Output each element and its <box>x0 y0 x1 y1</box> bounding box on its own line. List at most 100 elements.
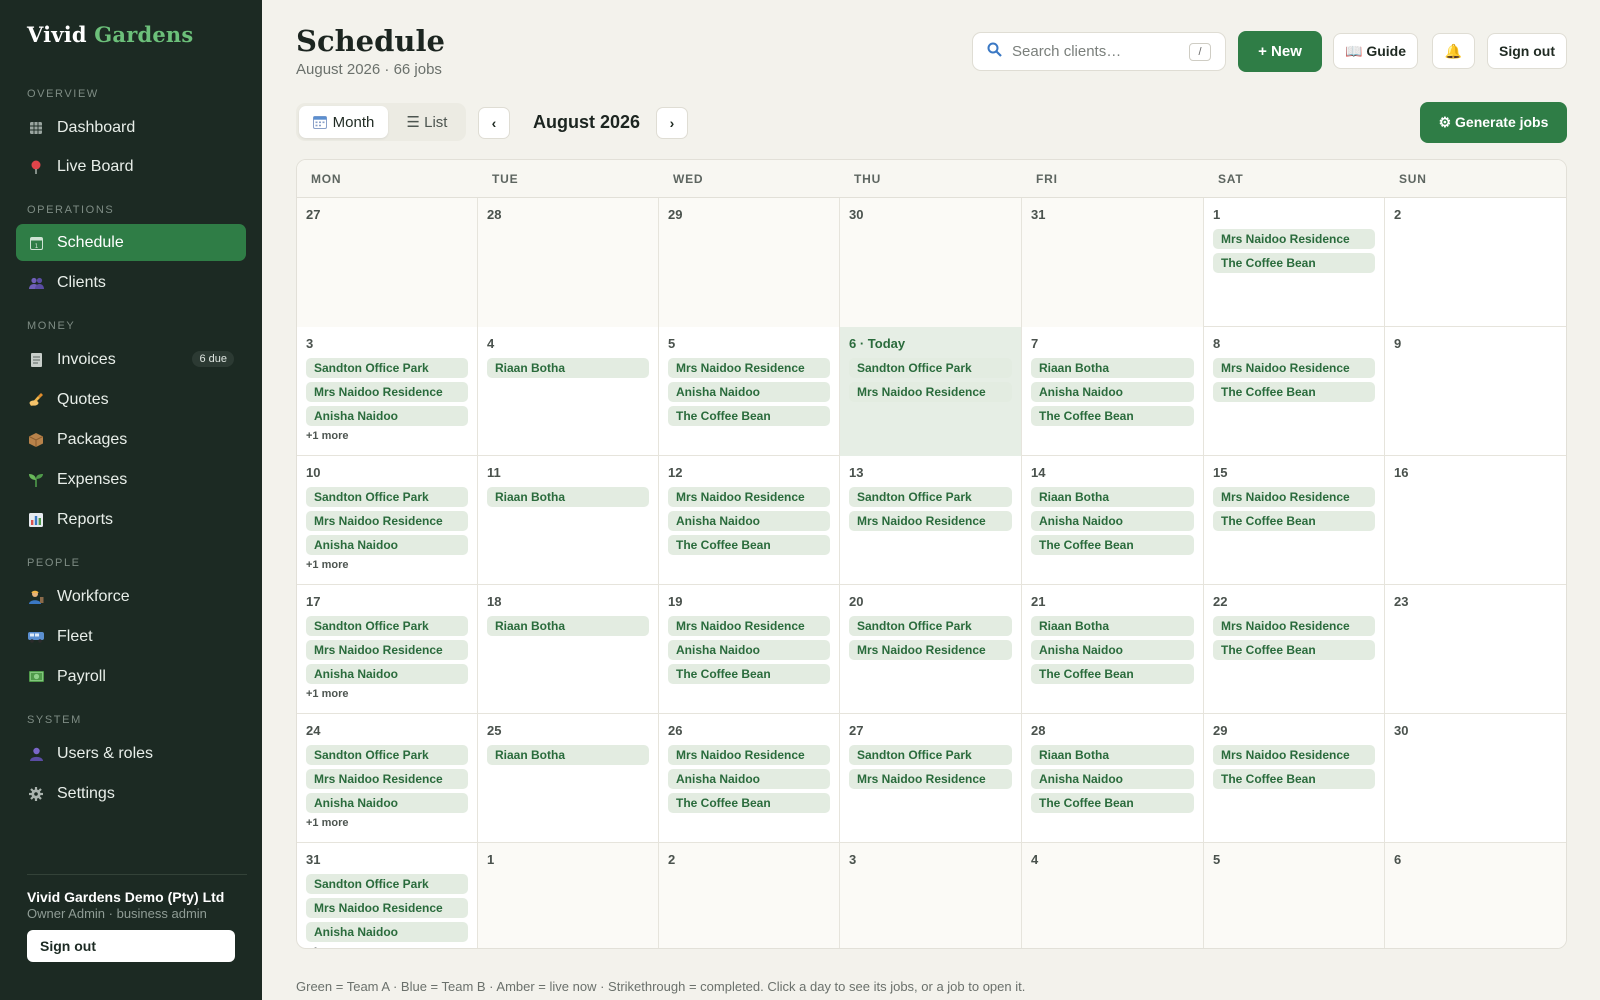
more-jobs-link[interactable]: +1 more <box>306 559 468 571</box>
calendar-day[interactable]: 2 <box>1385 198 1566 327</box>
calendar-day[interactable]: 24 Sandton Office Park Mrs Naidoo Residenc… <box>297 714 478 843</box>
calendar-day[interactable]: 1 Mrs Naidoo Residence The Coffee Bean <box>1204 198 1385 327</box>
more-jobs-link[interactable]: +1 more <box>306 946 468 948</box>
sidebar-item-schedule[interactable]: 1 Schedule <box>16 224 246 261</box>
job-chip[interactable]: Anisha Naidoo <box>668 382 830 402</box>
job-chip[interactable]: Anisha Naidoo <box>306 922 468 942</box>
job-chip[interactable]: The Coffee Bean <box>1031 535 1194 555</box>
job-chip[interactable]: Mrs Naidoo Residence <box>849 769 1012 789</box>
calendar-day[interactable]: 6 <box>1385 843 1566 948</box>
sidebar-item-clients[interactable]: Clients <box>16 264 246 301</box>
job-chip[interactable]: Anisha Naidoo <box>668 511 830 531</box>
calendar-day-today[interactable]: 6 · Today Sandton Office Park Mrs Naidoo R… <box>840 327 1022 456</box>
job-chip[interactable]: Mrs Naidoo Residence <box>668 616 830 636</box>
calendar-day[interactable]: 5 <box>1204 843 1385 948</box>
brand-logo[interactable]: Vivid Gardens <box>27 22 193 47</box>
job-chip[interactable]: The Coffee Bean <box>1031 793 1194 813</box>
calendar-day[interactable]: 19 Mrs Naidoo Residence Anisha Naidoo The C… <box>659 585 840 714</box>
job-chip[interactable]: Sandton Office Park <box>306 358 468 378</box>
job-chip[interactable]: Sandton Office Park <box>306 745 468 765</box>
job-chip[interactable]: Riaan Botha <box>1031 616 1194 636</box>
job-chip[interactable]: Sandton Office Park <box>306 616 468 636</box>
job-chip[interactable]: Mrs Naidoo Residence <box>306 898 468 918</box>
sidebar-item-live-board[interactable]: Live Board <box>16 148 246 185</box>
job-chip[interactable]: The Coffee Bean <box>1213 769 1375 789</box>
calendar-day[interactable]: 13 Sandton Office Park Mrs Naidoo Residenc… <box>840 456 1022 585</box>
sidebar-item-settings[interactable]: Settings <box>16 775 246 812</box>
search-input[interactable] <box>1012 43 1182 60</box>
calendar-day[interactable]: 4 <box>1022 843 1204 948</box>
job-chip[interactable]: Mrs Naidoo Residence <box>1213 487 1375 507</box>
job-chip[interactable]: Sandton Office Park <box>849 745 1012 765</box>
job-chip[interactable]: Anisha Naidoo <box>1031 382 1194 402</box>
search-box[interactable]: / <box>972 32 1226 71</box>
calendar-day[interactable]: 10 Sandton Office Park Mrs Naidoo Residenc… <box>297 456 478 585</box>
sidebar-item-dashboard[interactable]: Dashboard <box>16 109 246 146</box>
sidebar-item-users-roles[interactable]: Users & roles <box>16 735 246 772</box>
job-chip[interactable]: Riaan Botha <box>487 745 649 765</box>
calendar-day[interactable]: 1 <box>478 843 659 948</box>
job-chip[interactable]: The Coffee Bean <box>1213 253 1375 273</box>
job-chip[interactable]: The Coffee Bean <box>1031 406 1194 426</box>
job-chip[interactable]: Anisha Naidoo <box>306 793 468 813</box>
calendar-day[interactable]: 25 Riaan Botha <box>478 714 659 843</box>
job-chip[interactable]: Mrs Naidoo Residence <box>1213 616 1375 636</box>
job-chip[interactable]: The Coffee Bean <box>668 406 830 426</box>
calendar-day[interactable]: 3 <box>840 843 1022 948</box>
job-chip[interactable]: Sandton Office Park <box>306 874 468 894</box>
job-chip[interactable]: The Coffee Bean <box>668 664 830 684</box>
job-chip[interactable]: Mrs Naidoo Residence <box>849 640 1012 660</box>
job-chip[interactable]: Mrs Naidoo Residence <box>306 511 468 531</box>
job-chip[interactable]: Mrs Naidoo Residence <box>306 640 468 660</box>
job-chip[interactable]: Sandton Office Park <box>306 487 468 507</box>
calendar-day[interactable]: 5 Mrs Naidoo Residence Anisha Naidoo The Co… <box>659 327 840 456</box>
calendar-day[interactable]: 22 Mrs Naidoo Residence The Coffee Bean <box>1204 585 1385 714</box>
calendar-day[interactable]: 9 <box>1385 327 1566 456</box>
job-chip[interactable]: Anisha Naidoo <box>306 535 468 555</box>
job-chip[interactable]: Mrs Naidoo Residence <box>1213 358 1375 378</box>
sidebar-item-quotes[interactable]: Quotes <box>16 381 246 418</box>
job-chip[interactable]: Mrs Naidoo Residence <box>668 745 830 765</box>
guide-button[interactable]: 📖 Guide <box>1333 33 1418 69</box>
sidebar-item-workforce[interactable]: Workforce <box>16 578 246 615</box>
calendar-day[interactable]: 17 Sandton Office Park Mrs Naidoo Residenc… <box>297 585 478 714</box>
calendar-day[interactable]: 20 Sandton Office Park Mrs Naidoo Residenc… <box>840 585 1022 714</box>
job-chip[interactable]: Anisha Naidoo <box>306 406 468 426</box>
job-chip[interactable]: Anisha Naidoo <box>1031 769 1194 789</box>
more-jobs-link[interactable]: +1 more <box>306 817 468 829</box>
calendar-day[interactable]: 3 Sandton Office Park Mrs Naidoo Residence… <box>297 327 478 456</box>
calendar-day[interactable]: 21 Riaan Botha Anisha Naidoo The Coffee Bea… <box>1022 585 1204 714</box>
calendar-day[interactable]: 27 <box>297 198 478 327</box>
job-chip[interactable]: Riaan Botha <box>1031 745 1194 765</box>
calendar-day[interactable]: 29 Mrs Naidoo Residence The Coffee Bean <box>1204 714 1385 843</box>
calendar-day[interactable]: 30 <box>840 198 1022 327</box>
more-jobs-link[interactable]: +1 more <box>306 688 468 700</box>
list-view-button[interactable]: ☰ List <box>392 106 462 138</box>
calendar-day[interactable]: 11 Riaan Botha <box>478 456 659 585</box>
calendar-day[interactable]: 28 <box>478 198 659 327</box>
calendar-day[interactable]: 18 Riaan Botha <box>478 585 659 714</box>
calendar-day[interactable]: 4 Riaan Botha <box>478 327 659 456</box>
job-chip[interactable]: Mrs Naidoo Residence <box>849 382 1012 402</box>
calendar-day[interactable]: 26 Mrs Naidoo Residence Anisha Naidoo The C… <box>659 714 840 843</box>
sidebar-item-invoices[interactable]: Invoices 6 due <box>16 341 246 378</box>
next-month-button[interactable]: › <box>656 107 688 139</box>
calendar-day[interactable]: 14 Riaan Botha Anisha Naidoo The Coffee Bea… <box>1022 456 1204 585</box>
prev-month-button[interactable]: ‹ <box>478 107 510 139</box>
job-chip[interactable]: The Coffee Bean <box>1213 511 1375 531</box>
notifications-button[interactable]: 🔔 <box>1432 33 1475 69</box>
calendar-day[interactable]: 30 <box>1385 714 1566 843</box>
generate-jobs-button[interactable]: ⚙ Generate jobs <box>1420 102 1567 143</box>
calendar-day[interactable]: 31 <box>1022 198 1204 327</box>
calendar-day[interactable]: 29 <box>659 198 840 327</box>
calendar-day[interactable]: 31 Sandton Office Park Mrs Naidoo Residenc… <box>297 843 478 948</box>
calendar-day[interactable]: 7 Riaan Botha Anisha Naidoo The Coffee Bean <box>1022 327 1204 456</box>
job-chip[interactable]: Mrs Naidoo Residence <box>1213 745 1375 765</box>
calendar-day[interactable]: 2 <box>659 843 840 948</box>
calendar-day[interactable]: 8 Mrs Naidoo Residence The Coffee Bean <box>1204 327 1385 456</box>
job-chip[interactable]: Sandton Office Park <box>849 358 1012 378</box>
job-chip[interactable]: The Coffee Bean <box>668 793 830 813</box>
calendar-day[interactable]: 23 <box>1385 585 1566 714</box>
job-chip[interactable]: Anisha Naidoo <box>668 769 830 789</box>
job-chip[interactable]: Mrs Naidoo Residence <box>1213 229 1375 249</box>
